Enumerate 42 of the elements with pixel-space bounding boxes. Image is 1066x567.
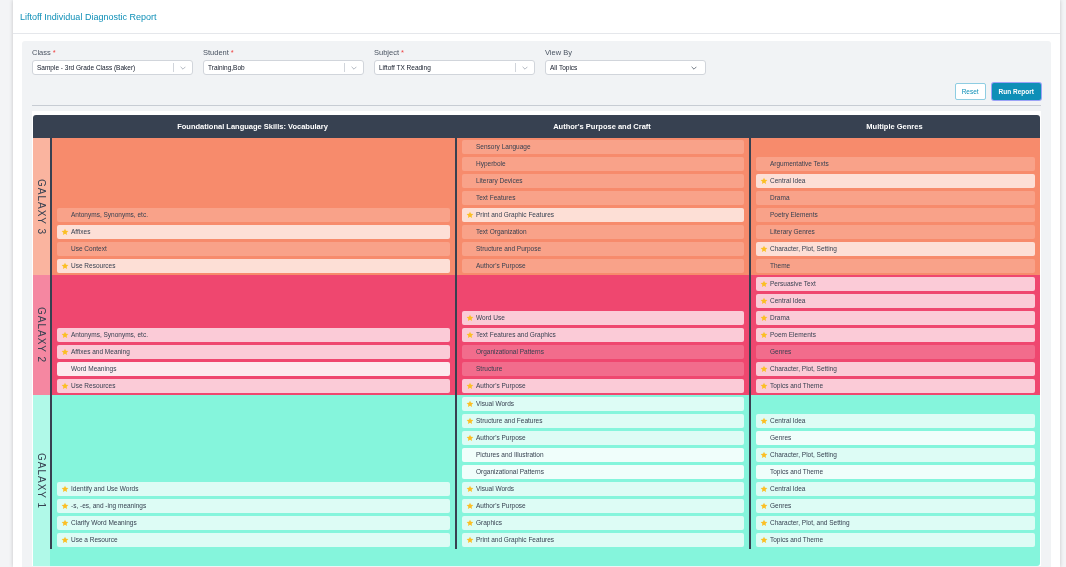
star-icon xyxy=(760,536,768,545)
star-icon xyxy=(760,519,768,528)
star-icon xyxy=(61,485,69,494)
chevron-down-icon xyxy=(180,65,186,70)
star-icon xyxy=(760,314,768,323)
star-icon xyxy=(61,519,69,528)
star-icon xyxy=(61,331,69,340)
galaxy-label: GALAXY 1 xyxy=(33,395,50,567)
star-icon xyxy=(61,262,69,271)
star-icon xyxy=(760,485,768,494)
star-icon xyxy=(466,314,474,323)
star-icon xyxy=(760,365,768,374)
star-icon xyxy=(61,348,69,357)
star-icon xyxy=(760,451,768,460)
star-icon xyxy=(760,280,768,289)
chevron-down-icon xyxy=(351,65,357,70)
star-icon xyxy=(466,485,474,494)
star-icon xyxy=(466,417,474,426)
chevron-down-icon xyxy=(691,65,697,70)
page-title: Liftoff Individual Diagnostic Report xyxy=(20,10,157,24)
chevron-down-icon xyxy=(522,65,528,70)
star-icon xyxy=(61,502,69,511)
star-icon xyxy=(466,502,474,511)
star-icon xyxy=(760,177,768,186)
galaxy-label: GALAXY 2 xyxy=(33,275,50,396)
star-icon xyxy=(466,519,474,528)
star-icon xyxy=(760,297,768,306)
star-icon xyxy=(466,331,474,340)
star-icon xyxy=(466,536,474,545)
star-icon xyxy=(760,502,768,511)
star-icon xyxy=(466,400,474,409)
star-icon xyxy=(466,434,474,443)
galaxy-label: GALAXY 3 xyxy=(33,138,50,276)
star-icon xyxy=(61,228,69,237)
star-icon xyxy=(760,382,768,391)
star-icon xyxy=(466,211,474,220)
star-icon xyxy=(61,382,69,391)
star-icon xyxy=(61,536,69,545)
star-icon xyxy=(760,331,768,340)
star-icon xyxy=(760,417,768,426)
star-icon xyxy=(466,382,474,391)
star-icon xyxy=(760,245,768,254)
